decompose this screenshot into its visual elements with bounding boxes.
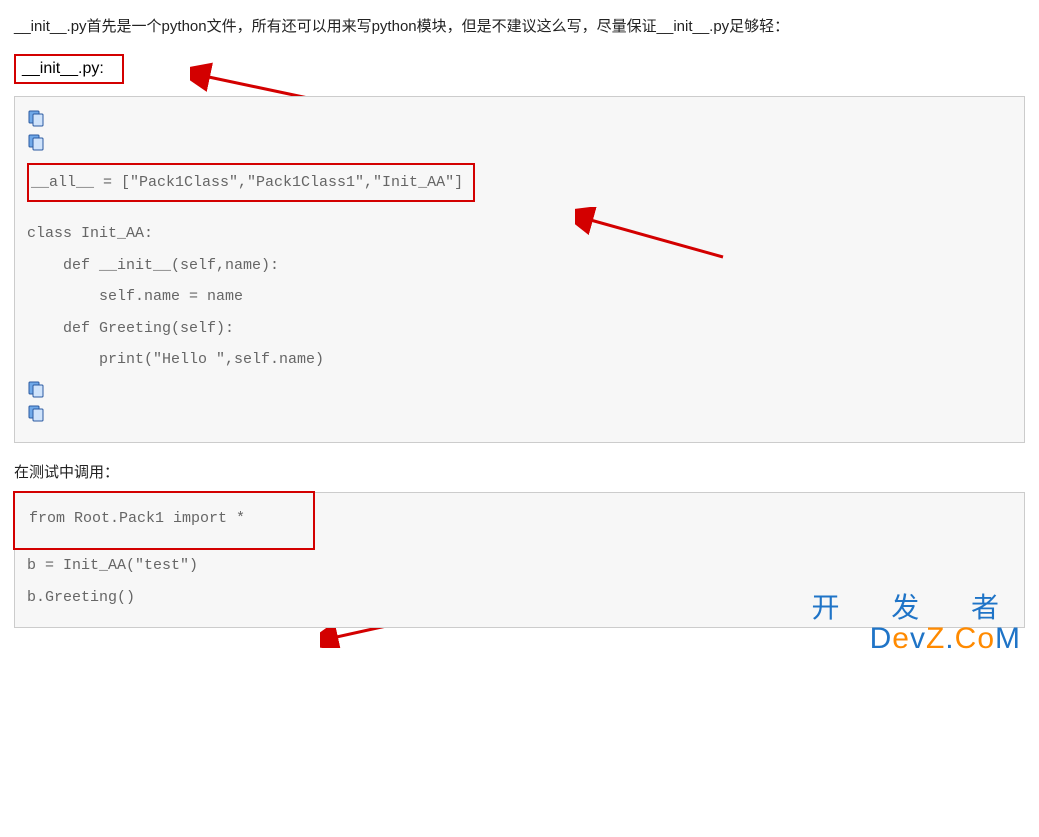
- code-line: def Greeting(self):: [27, 313, 1012, 345]
- import-line-box: from Root.Pack1 import *: [13, 491, 315, 551]
- code-line: print("Hello ",self.name): [27, 344, 1012, 376]
- copy-icon[interactable]: [27, 109, 1012, 127]
- code-block-2: from Root.Pack1 import * b = Init_AA("te…: [14, 492, 1025, 629]
- code-line: from Root.Pack1 import *: [29, 510, 245, 527]
- copy-icon[interactable]: [27, 380, 1012, 398]
- all-declaration-box: __all__ = ["Pack1Class","Pack1Class1","I…: [27, 163, 475, 203]
- intro-text: __init__.py首先是一个python文件，所有还可以用来写python模…: [14, 14, 1025, 40]
- code-line: b.Greeting(): [27, 582, 1012, 614]
- code-line: __all__ = ["Pack1Class","Pack1Class1","I…: [31, 174, 463, 191]
- code-line: self.name = name: [27, 281, 1012, 313]
- code-block-1: __all__ = ["Pack1Class","Pack1Class1","I…: [14, 96, 1025, 443]
- heading-label: __init__.py:: [22, 60, 104, 77]
- code-line: def __init__(self,name):: [27, 250, 1012, 282]
- code-line: class Init_AA:: [27, 218, 1012, 250]
- init-py-heading: __init__.py:: [14, 54, 124, 84]
- copy-icon[interactable]: [27, 133, 1012, 151]
- copy-icon[interactable]: [27, 404, 1012, 422]
- code-line: b = Init_AA("test"): [27, 550, 1012, 582]
- test-call-heading: 在测试中调用：: [14, 461, 1025, 482]
